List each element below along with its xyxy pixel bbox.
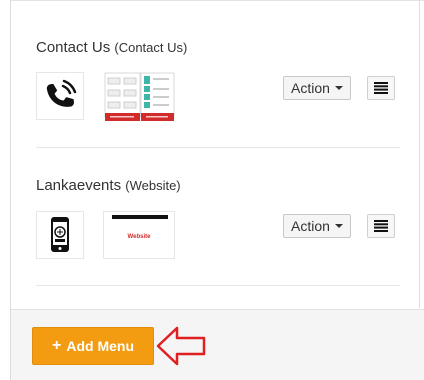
add-menu-label: Add Menu	[66, 338, 134, 354]
item-divider	[36, 285, 400, 286]
menu-item-name: Lankaevents	[36, 177, 122, 194]
menu-item-title: Lankaevents (Website)	[36, 177, 181, 194]
menu-item-type: (Website)	[125, 178, 181, 193]
reorder-button[interactable]	[367, 76, 395, 100]
phone-icon	[46, 79, 77, 107]
menu-icon-thumbnail[interactable]	[36, 72, 84, 120]
menu-item-contact-us: Contact Us (Contact Us) Action	[25, 0, 400, 150]
item-divider	[36, 147, 400, 148]
list-icon	[374, 220, 388, 232]
annotation-arrow-icon	[156, 326, 206, 366]
contact-template-preview-icon	[104, 72, 175, 121]
action-dropdown-button[interactable]: Action	[283, 76, 351, 100]
menu-item-type: (Contact Us)	[114, 40, 188, 55]
action-dropdown-button[interactable]: Action	[283, 214, 351, 238]
panel-footer: + Add Menu	[11, 309, 424, 380]
reorder-button[interactable]	[367, 214, 395, 238]
template-label: Website	[127, 234, 151, 240]
action-label: Action	[291, 218, 330, 234]
mobile-phone-icon	[51, 217, 69, 252]
caret-down-icon	[334, 224, 343, 228]
menu-template-thumbnail[interactable]	[103, 70, 175, 123]
menu-icon-thumbnail[interactable]	[36, 211, 84, 259]
action-label: Action	[291, 80, 330, 96]
menu-item-name: Contact Us	[36, 39, 111, 56]
menu-item-title: Contact Us (Contact Us)	[36, 39, 187, 56]
menu-item-lankaevents: Lankaevents (Website) Website Action	[25, 150, 400, 290]
caret-down-icon	[334, 86, 343, 90]
panel-right-border	[419, 0, 420, 308]
add-menu-button[interactable]: + Add Menu	[32, 327, 154, 365]
list-icon	[374, 82, 388, 94]
plus-icon: +	[52, 337, 62, 354]
template-header-bar	[112, 215, 168, 219]
menu-template-thumbnail[interactable]: Website	[103, 211, 175, 259]
